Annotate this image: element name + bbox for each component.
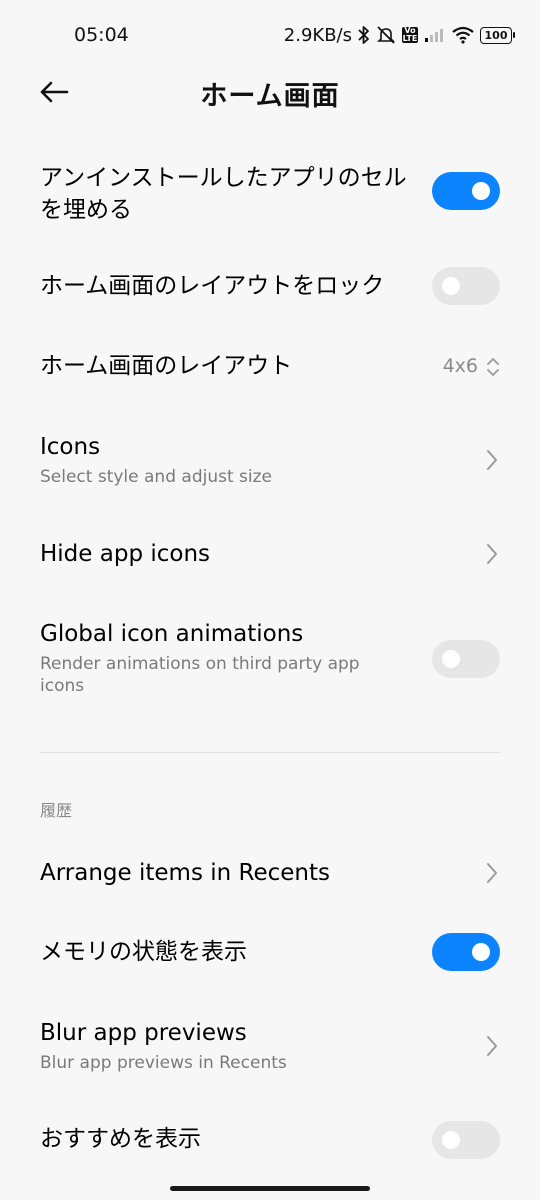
setting-global-anim-subtitle: Render animations on third party app ico… [40,654,360,696]
setting-memory-title: メモリの状態を表示 [40,939,247,965]
setting-blur-subtitle: Blur app previews in Recents [40,1053,287,1073]
network-speed: 2.9KB/s [283,24,352,46]
status-icons: 2.9KB/s Vo LTE 100 [283,22,515,48]
chevron-right-icon [484,861,500,885]
lock-layout-toggle[interactable] [432,267,500,305]
setting-lock-layout[interactable]: ホーム画面のレイアウトをロック [40,270,430,302]
setting-arrange-recents[interactable]: Arrange items in Recents [40,857,500,889]
section-label-recents: 履歴 [40,801,73,820]
section-divider [40,752,500,753]
setting-memory[interactable]: メモリの状態を表示 [40,936,500,968]
volte-icon: Vo LTE [402,26,418,43]
setting-global-anim-title: Global icon animations [40,621,304,647]
setting-global-anim[interactable]: Global icon animations Render animations… [40,618,400,697]
memory-toggle[interactable] [432,933,500,971]
chevron-right-icon [484,1034,500,1058]
home-indicator[interactable] [170,1186,370,1191]
status-time: 05:04 [74,24,129,46]
chevron-right-icon [484,448,500,472]
status-bar: 05:04 2.9KB/s Vo LTE 100 [0,0,540,70]
mute-icon [376,25,396,45]
fill-cells-toggle[interactable] [432,172,500,210]
setting-lock-layout-title: ホーム画面のレイアウトをロック [40,273,385,299]
signal-icon [424,27,446,43]
updown-chevron-icon [486,356,500,378]
setting-layout[interactable]: ホーム画面のレイアウト [40,350,500,382]
wifi-icon [452,26,474,44]
setting-blur[interactable]: Blur app previews Blur app previews in R… [40,1017,500,1074]
setting-icons[interactable]: Icons Select style and adjust size [40,431,500,488]
setting-blur-title: Blur app previews [40,1020,247,1046]
setting-hide-icons-title: Hide app icons [40,541,211,567]
setting-suggestions-title: おすすめを表示 [40,1126,201,1152]
suggestions-toggle[interactable] [432,1121,500,1159]
setting-hide-icons[interactable]: Hide app icons [40,538,500,570]
header: ホーム画面 [0,70,540,118]
layout-value: 4x6 [442,355,478,377]
setting-icons-title: Icons [40,434,101,460]
setting-suggestions[interactable]: おすすめを表示 [40,1123,500,1155]
setting-layout-title: ホーム画面のレイアウト [40,353,293,379]
global-anim-toggle[interactable] [432,640,500,678]
battery-indicator: 100 [480,26,515,44]
page-title: ホーム画面 [200,81,340,112]
bluetooth-icon [358,25,370,45]
chevron-right-icon [484,542,500,566]
setting-fill-cells[interactable]: アンインストールしたアプリのセルを埋める [40,162,420,226]
setting-fill-cells-title: アンインストールしたアプリのセルを埋める [40,165,407,223]
setting-icons-subtitle: Select style and adjust size [40,467,272,487]
setting-arrange-title: Arrange items in Recents [40,860,330,886]
